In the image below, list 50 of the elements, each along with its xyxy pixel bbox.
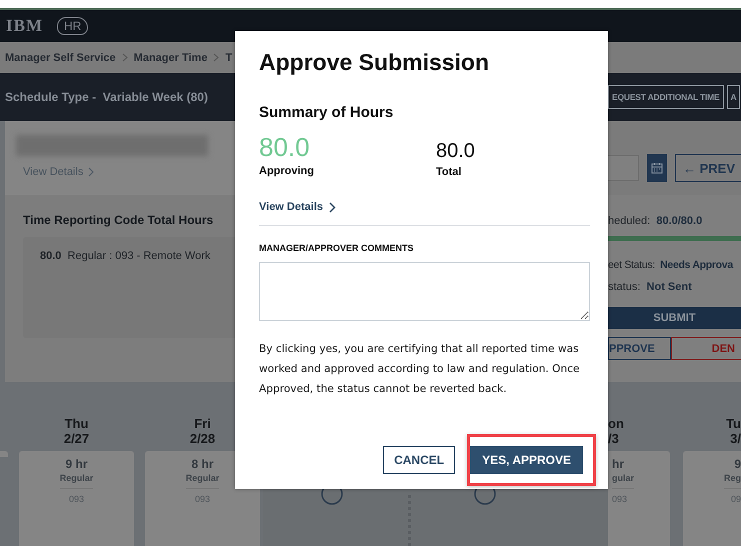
approving-label: Approving <box>259 165 315 177</box>
type-text: gular <box>612 473 634 489</box>
day-header: Fri 2/28 <box>190 417 216 447</box>
approving-value: 80.0 <box>259 133 311 161</box>
notice-text: By clicking yes, you are certifying that all reported time was worked and approved according to law and regulation. Once Approved, the status cannot be reverted back. <box>259 342 581 397</box>
breadcrumb-link[interactable]: Manager Self Service <box>5 52 116 64</box>
chevron-icon <box>122 53 128 62</box>
day-card <box>0 451 8 457</box>
schedule-type: Schedule Type - Variable Week (80) <box>4 90 209 104</box>
dialog-button[interactable]: YES, APPROVE <box>470 446 583 474</box>
summary-title: Summary of Hours <box>259 104 394 121</box>
dialog-button[interactable]: CANCEL <box>383 446 456 474</box>
view-details-link[interactable]: View Details <box>23 166 94 178</box>
submit-button[interactable]: SUBMIT <box>608 307 741 329</box>
type-text: Regular <box>186 473 220 489</box>
hours-text: 8 hr <box>191 457 214 471</box>
day-header: Tu 3/ <box>726 417 741 447</box>
day-header: Thu 2/27 <box>64 417 90 447</box>
logo-text: IBM <box>6 16 43 36</box>
section-title: Time Reporting Code Total Hours <box>23 213 214 227</box>
approval-status: status: Not Sent <box>608 281 693 293</box>
day-header: on /3 <box>608 417 624 447</box>
total-value: 80.0 <box>436 140 476 162</box>
breadcrumb-link[interactable]: Manager Time <box>134 52 208 64</box>
chevron-icon <box>213 53 220 62</box>
toolbar-button[interactable]: A <box>726 85 740 109</box>
comments-field[interactable] <box>259 262 590 321</box>
dialog-title: Approve Submission <box>259 49 490 76</box>
chevron-icon <box>329 202 336 212</box>
view-details-link[interactable]: View Details <box>259 201 336 213</box>
chevron-icon <box>88 167 94 177</box>
breadcrumb-link[interactable]: T <box>225 52 232 64</box>
approve-button[interactable]: PPROVE <box>608 337 671 360</box>
hours-text: 9 <box>734 457 741 471</box>
date-field[interactable] <box>608 155 640 181</box>
calendar-button[interactable] <box>647 154 667 182</box>
hours-text: 9 hr <box>65 457 88 471</box>
hours-text: hr <box>612 457 624 471</box>
cloud-logo: HR <box>57 17 88 35</box>
type-text: Regular <box>60 473 94 489</box>
scheduled-text: heduled: 80.0/80.0 <box>608 215 704 227</box>
trc-row: 80.0 Regular : 093 - Remote Work <box>40 250 210 262</box>
comments-label: MANAGER/APPROVER COMMENTS <box>259 243 414 253</box>
deny-button[interactable]: DEN <box>670 337 741 360</box>
timesheet-status: eet Status: Needs Approva <box>608 259 734 271</box>
type-text: Reg <box>724 473 741 489</box>
toolbar-button[interactable]: EQUEST ADDITIONAL TIME <box>608 85 724 109</box>
prev-button[interactable]: ← PREV <box>674 154 741 182</box>
total-label: Total <box>436 166 462 178</box>
calendar-icon <box>651 162 664 174</box>
